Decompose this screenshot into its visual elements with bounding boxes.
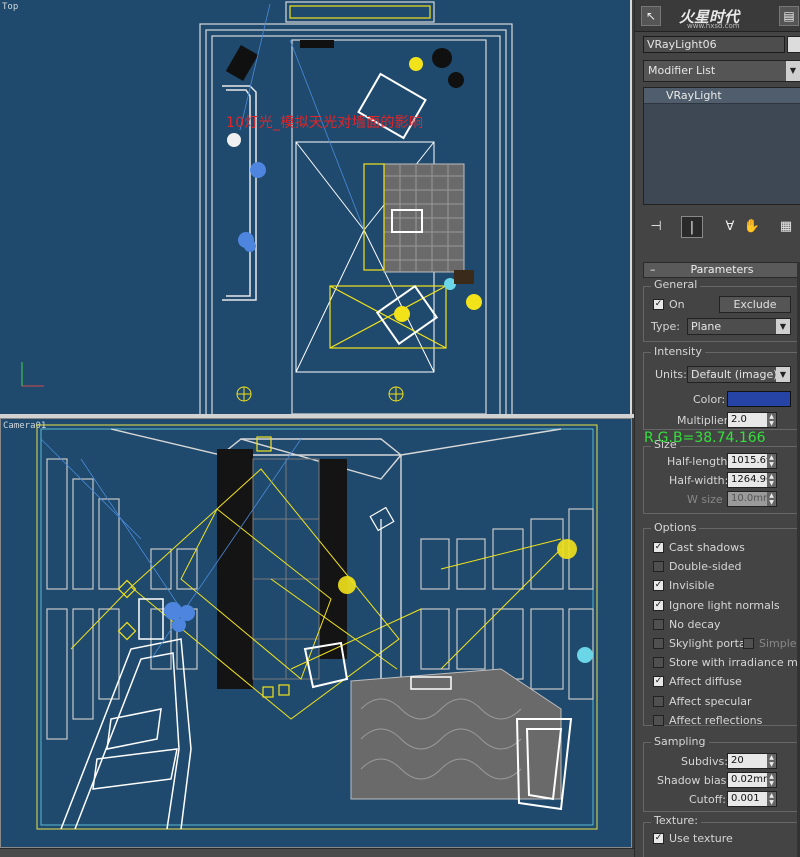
- sampling-group-label: Sampling: [651, 735, 709, 748]
- brand-url: www.hxsd.com: [687, 22, 740, 30]
- type-value: Plane: [691, 320, 722, 333]
- texture-group-label: Texture:: [651, 814, 701, 827]
- top-view-wireframe: [21, 1, 513, 414]
- half-width-label: Half-width:: [669, 474, 729, 487]
- camera-view-wireframe: [36, 424, 598, 830]
- option-checkbox[interactable]: [653, 561, 664, 572]
- annotation-red-text: 10灯光_模拟天光对墙面的影响: [226, 115, 424, 131]
- type-label: Type:: [651, 320, 680, 333]
- on-checkbox[interactable]: ✓: [653, 299, 664, 310]
- cutoff-label: Cutoff:: [689, 793, 726, 806]
- make-unique-icon[interactable]: ∀: [719, 216, 741, 238]
- chevron-down-icon[interactable]: ▼: [786, 61, 800, 81]
- option-label: Invisible: [669, 579, 715, 592]
- subdivs-label: Subdivs:: [681, 755, 728, 768]
- half-length-label: Half-length:: [667, 455, 732, 468]
- viewport-status-strip: [0, 848, 634, 857]
- half-length-spinner[interactable]: 1015.696 ▲ ▼: [727, 453, 777, 469]
- on-label: On: [669, 298, 685, 311]
- units-dropdown[interactable]: Default (image) ▼: [687, 366, 791, 383]
- remove-modifier-icon[interactable]: ✋: [741, 216, 763, 238]
- spinner-arrows-icon[interactable]: ▲ ▼: [767, 754, 776, 768]
- option-checkbox[interactable]: [653, 696, 664, 707]
- option-checkbox[interactable]: ✓: [653, 580, 664, 591]
- chevron-down-icon[interactable]: ▼: [776, 367, 790, 382]
- use-texture-label: Use texture: [669, 832, 733, 845]
- spinner-arrows-icon[interactable]: ▲ ▼: [767, 792, 776, 806]
- option-label: Ignore light normals: [669, 599, 780, 612]
- spinner-arrows-icon[interactable]: ▲ ▼: [767, 773, 776, 787]
- intensity-group-label: Intensity: [651, 345, 705, 358]
- w-size-spinner[interactable]: 10.0mm ▲ ▼: [727, 491, 777, 507]
- color-label: Color:: [693, 393, 726, 406]
- option-checkbox[interactable]: [653, 619, 664, 630]
- command-panel: ↖ ▤ 火星时代 www.hxsd.com VRayLight06 Modifi…: [634, 0, 800, 857]
- units-value: Default (image): [691, 368, 778, 381]
- collapse-icon: –: [650, 263, 656, 276]
- utilities-tab-icon[interactable]: ▤: [779, 6, 799, 26]
- spinner-arrows-icon[interactable]: ▲ ▼: [767, 454, 776, 468]
- multiplier-label: Multiplier:: [677, 414, 732, 427]
- w-size-label: W size: [687, 493, 723, 506]
- configure-sets-icon[interactable]: ▦: [775, 216, 797, 238]
- units-label: Units:: [655, 368, 687, 381]
- object-name-field[interactable]: VRayLight06: [643, 36, 785, 53]
- show-end-result-icon[interactable]: |: [681, 216, 703, 238]
- object-color-swatch[interactable]: [787, 36, 800, 53]
- multiplier-value: 2.0: [731, 414, 747, 425]
- option-label: Double-sided: [669, 560, 742, 573]
- half-width-spinner[interactable]: 1264.969 ▲ ▼: [727, 472, 777, 488]
- option-checkbox[interactable]: [653, 657, 664, 668]
- stack-item-vraylight[interactable]: VRayLight: [644, 88, 800, 104]
- pin-stack-icon[interactable]: ⊣: [645, 216, 667, 238]
- option-label: Affect reflections: [669, 714, 763, 727]
- use-texture-checkbox[interactable]: ✓: [653, 833, 664, 844]
- parameters-rollout-header[interactable]: – Parameters: [643, 262, 800, 278]
- annotation-green-text: R.G.B=38.74.166: [644, 430, 766, 446]
- shadow-bias-label: Shadow bias:: [657, 774, 731, 787]
- chevron-down-icon[interactable]: ▼: [776, 319, 790, 334]
- simple-label: Simple: [759, 637, 797, 650]
- subdivs-spinner[interactable]: 20 ▲ ▼: [727, 753, 777, 769]
- cutoff-value: 0.001: [731, 793, 760, 804]
- simple-checkbox[interactable]: [743, 638, 754, 649]
- option-checkbox[interactable]: ✓: [653, 542, 664, 553]
- exclude-button[interactable]: Exclude: [719, 296, 791, 313]
- subdivs-value: 20: [731, 755, 744, 766]
- cursor-icon[interactable]: ↖: [641, 6, 661, 26]
- type-dropdown[interactable]: Plane ▼: [687, 318, 791, 335]
- spinner-arrows-icon[interactable]: ▲ ▼: [767, 413, 776, 427]
- option-checkbox[interactable]: ✓: [653, 600, 664, 611]
- light-color-swatch[interactable]: [727, 391, 791, 407]
- option-checkbox[interactable]: [653, 638, 664, 649]
- spinner-arrows-icon[interactable]: ▲ ▼: [767, 492, 776, 506]
- parameters-rollout-title: Parameters: [690, 263, 754, 276]
- option-label: Affect diffuse: [669, 675, 742, 688]
- camera-viewport[interactable]: Camera01: [0, 418, 632, 848]
- option-label: Store with irradiance map: [669, 656, 800, 669]
- option-checkbox[interactable]: ✓: [653, 676, 664, 687]
- cutoff-spinner[interactable]: 0.001 ▲ ▼: [727, 791, 777, 807]
- modifier-stack[interactable]: VRayLight: [643, 87, 800, 205]
- option-label: Skylight portal: [669, 637, 749, 650]
- shadow-bias-spinner[interactable]: 0.02mm ▲ ▼: [727, 772, 777, 788]
- spinner-arrows-icon[interactable]: ▲ ▼: [767, 473, 776, 487]
- option-label: No decay: [669, 618, 721, 631]
- general-group-label: General: [651, 278, 701, 291]
- option-label: Cast shadows: [669, 541, 745, 554]
- top-viewport[interactable]: Top 10灯光_模拟天光对墙面的影响: [0, 0, 632, 414]
- option-label: Affect specular: [669, 695, 752, 708]
- multiplier-spinner[interactable]: 2.0 ▲ ▼: [727, 412, 777, 428]
- modifier-list-label: Modifier List: [648, 64, 716, 77]
- options-group-label: Options: [651, 521, 700, 534]
- option-checkbox[interactable]: [653, 715, 664, 726]
- stack-toolbar: ⊣ | ∀ ✋ ▦: [635, 212, 800, 242]
- command-panel-tabs: ↖ ▤ 火星时代 www.hxsd.com: [635, 0, 800, 32]
- modifier-list-dropdown[interactable]: Modifier List ▼: [643, 60, 800, 82]
